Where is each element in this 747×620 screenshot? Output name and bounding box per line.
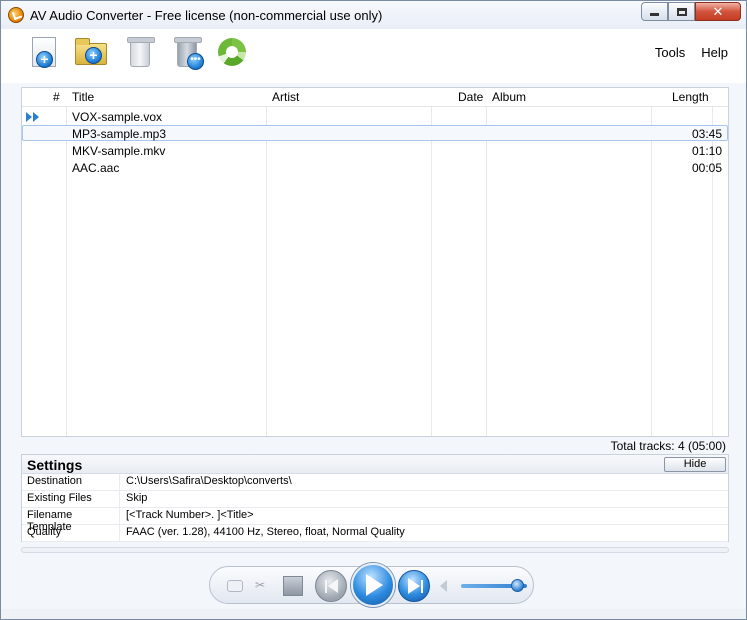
hide-settings-button[interactable]: Hide <box>664 457 726 472</box>
close-icon: ✕ <box>712 4 724 19</box>
setting-value: Skip <box>126 492 148 504</box>
status-bar <box>1 609 746 619</box>
previous-bar-icon <box>324 579 327 593</box>
remove-button[interactable] <box>122 35 156 71</box>
toolbar: + + ••• Tools Help <box>1 29 746 83</box>
track-length: 03:45 <box>691 127 722 141</box>
setting-value: C:\Users\Safira\Desktop\converts\ <box>126 475 292 487</box>
minimize-icon <box>650 13 659 16</box>
setting-filename-template[interactable]: Filename Template [<Track Number>. ]<Tit… <box>22 508 728 533</box>
player-controls: ✂ <box>209 563 534 607</box>
progress-bar <box>21 547 729 553</box>
track-title: MKV-sample.mkv <box>72 144 166 158</box>
previous-button[interactable] <box>315 570 347 602</box>
window-controls: ✕ <box>641 2 741 21</box>
shuffle-icon[interactable]: ✂ <box>255 578 265 592</box>
now-playing-icon <box>26 112 40 122</box>
menu-bar: Tools Help <box>655 45 728 60</box>
next-button[interactable] <box>398 570 430 602</box>
menu-help[interactable]: Help <box>701 45 728 60</box>
play-icon <box>366 574 383 596</box>
convert-button[interactable] <box>216 35 250 71</box>
next-bar-icon <box>421 579 423 593</box>
maximize-button[interactable] <box>668 2 695 21</box>
loop-icon[interactable] <box>227 580 243 592</box>
previous-icon <box>327 579 338 593</box>
window-title: AV Audio Converter - Free license (non-c… <box>30 8 383 23</box>
total-tracks: Total tracks: 4 (05:00) <box>610 439 726 453</box>
setting-key: Destination <box>22 474 120 490</box>
setting-key: Filename Template <box>22 508 120 533</box>
app-logo-icon <box>8 7 24 23</box>
column-header-length[interactable]: Length <box>672 90 709 104</box>
settings-header: Settings Hide <box>22 455 728 474</box>
setting-value: FAAC (ver. 1.28), 44100 Hz, Stereo, floa… <box>126 526 405 538</box>
convert-icon <box>218 38 246 66</box>
track-length: 00:05 <box>691 161 722 175</box>
track-list[interactable]: # Title Artist Date Album Length VOX-sam… <box>21 87 729 437</box>
menu-tools[interactable]: Tools <box>655 45 685 60</box>
maximize-icon <box>676 7 687 16</box>
table-row-selected[interactable]: MP3-sample.mp3 03:45 <box>22 125 728 141</box>
add-folder-icon: + <box>85 47 102 64</box>
column-header-title[interactable]: Title <box>72 90 94 104</box>
table-row[interactable]: MKV-sample.mkv 01:10 <box>22 143 728 159</box>
close-button[interactable]: ✕ <box>695 2 741 21</box>
setting-existing-files[interactable]: Existing Files Skip <box>22 491 728 508</box>
settings-panel: Settings Hide Destination C:\Users\Safir… <box>21 454 729 542</box>
track-title: MP3-sample.mp3 <box>72 127 167 141</box>
track-list-header: # Title Artist Date Album Length <box>22 88 728 107</box>
track-length: 01:10 <box>691 144 722 158</box>
add-folder-button[interactable]: + <box>75 35 109 71</box>
table-row[interactable]: AAC.aac 00:05 <box>22 160 728 176</box>
setting-destination[interactable]: Destination C:\Users\Safira\Desktop\conv… <box>22 474 728 491</box>
next-icon <box>408 578 420 594</box>
setting-key: Quality <box>22 525 120 541</box>
remove-icon <box>127 37 155 67</box>
more-icon: ••• <box>187 53 204 70</box>
setting-quality[interactable]: Quality FAAC (ver. 1.28), 44100 Hz, Ster… <box>22 525 728 542</box>
play-button[interactable] <box>351 563 395 607</box>
stop-button[interactable] <box>283 576 303 596</box>
column-header-number[interactable]: # <box>53 90 60 104</box>
setting-key: Existing Files <box>22 491 120 507</box>
table-row[interactable]: VOX-sample.vox <box>22 109 728 125</box>
track-title: AAC.aac <box>72 161 120 175</box>
add-file-button[interactable]: + <box>28 35 62 71</box>
track-title: VOX-sample.vox <box>72 110 163 124</box>
settings-title: Settings <box>27 457 83 473</box>
volume-icon[interactable] <box>440 580 447 592</box>
column-header-artist[interactable]: Artist <box>272 90 299 104</box>
column-header-album[interactable]: Album <box>492 90 526 104</box>
minimize-button[interactable] <box>641 2 668 21</box>
clear-list-button[interactable]: ••• <box>169 35 204 71</box>
app-window: AV Audio Converter - Free license (non-c… <box>0 0 747 620</box>
title-bar[interactable]: AV Audio Converter - Free license (non-c… <box>1 1 746 29</box>
add-file-icon: + <box>36 51 53 68</box>
volume-handle[interactable] <box>511 579 525 592</box>
column-header-date[interactable]: Date <box>458 90 483 104</box>
setting-value: [<Track Number>. ]<Title> <box>126 509 254 521</box>
